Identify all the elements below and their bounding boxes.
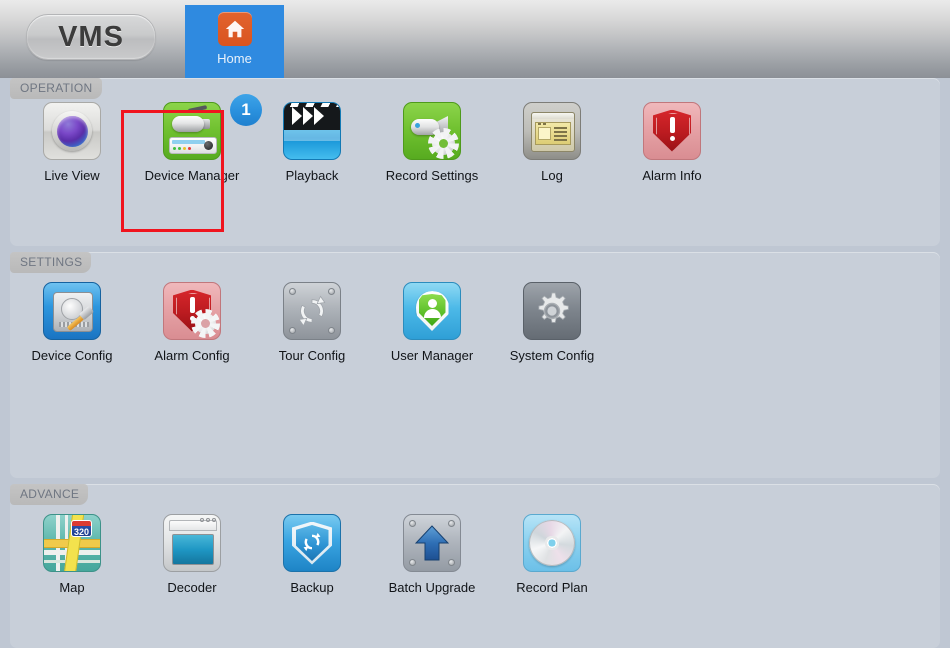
menu-item-alarm-info[interactable]: Alarm Info: [612, 102, 732, 184]
refresh-plate-icon: [283, 282, 341, 340]
up-arrow-plate-icon: [403, 514, 461, 572]
menu-item-backup[interactable]: Backup: [252, 514, 372, 596]
section-label-operation: OPERATION: [10, 78, 102, 99]
menu-item-record-plan[interactable]: Record Plan: [492, 514, 612, 596]
section-advance-grid: 320 Map Decoder: [10, 514, 940, 596]
map-shield-number: 320: [71, 520, 92, 537]
menu-item-label: System Config: [510, 347, 595, 364]
menu-item-label: Alarm Config: [154, 347, 229, 364]
section-settings-grid: Device Config Alarm Config: [10, 282, 940, 364]
menu-item-label: Tour Config: [279, 347, 345, 364]
app-logo-text: VMS: [58, 21, 124, 54]
section-operation-grid: Live View Device Manager: [10, 102, 940, 184]
step-badge-1: 1: [230, 94, 262, 126]
menu-item-label: Device Config: [32, 347, 113, 364]
menu-item-system-config[interactable]: System Config: [492, 282, 612, 364]
menu-item-label: Playback: [286, 167, 339, 184]
app-header: VMS Home: [0, 0, 950, 78]
section-label-settings: SETTINGS: [10, 252, 91, 273]
menu-item-user-manager[interactable]: User Manager: [372, 282, 492, 364]
tab-home[interactable]: Home: [185, 5, 284, 78]
menu-item-log[interactable]: Log: [492, 102, 612, 184]
menu-item-decoder[interactable]: Decoder: [132, 514, 252, 596]
document-stack-icon: [523, 102, 581, 160]
menu-item-live-view[interactable]: Live View: [12, 102, 132, 184]
menu-item-label: Backup: [290, 579, 333, 596]
playback-clapper-icon: [283, 102, 341, 160]
menu-item-label: Batch Upgrade: [389, 579, 476, 596]
gear-icon: [523, 282, 581, 340]
disc-icon: [523, 514, 581, 572]
home-content: OPERATION Live View: [0, 78, 950, 576]
device-camera-icon: [163, 102, 221, 160]
menu-item-label: Record Settings: [386, 167, 479, 184]
menu-item-device-config[interactable]: Device Config: [12, 282, 132, 364]
road-map-icon: 320: [43, 514, 101, 572]
menu-item-label: Record Plan: [516, 579, 588, 596]
disk-hammer-icon: [43, 282, 101, 340]
menu-item-playback[interactable]: Playback: [252, 102, 372, 184]
menu-item-label: Device Manager: [145, 167, 240, 184]
user-pin-icon: [403, 282, 461, 340]
shield-refresh-icon: [283, 514, 341, 572]
app-logo: VMS: [26, 14, 156, 60]
home-icon: [218, 12, 252, 46]
alert-shield-icon: [643, 102, 701, 160]
tab-home-label: Home: [217, 51, 252, 66]
menu-item-alarm-config[interactable]: Alarm Config: [132, 282, 252, 364]
section-operation: OPERATION Live View: [10, 78, 940, 246]
menu-item-label: Alarm Info: [642, 167, 701, 184]
menu-item-tour-config[interactable]: Tour Config: [252, 282, 372, 364]
menu-item-label: Decoder: [167, 579, 216, 596]
section-advance: ADVANCE 320 Map Decoder: [10, 484, 940, 648]
section-label-advance: ADVANCE: [10, 484, 88, 505]
menu-item-label: Live View: [44, 167, 99, 184]
section-settings: SETTINGS Device Config Alarm Config: [10, 252, 940, 478]
alert-shield-gear-icon: [163, 282, 221, 340]
menu-item-label: Log: [541, 167, 563, 184]
dome-camera-icon: [43, 102, 101, 160]
menu-item-label: Map: [59, 579, 84, 596]
menu-item-label: User Manager: [391, 347, 473, 364]
camera-gear-icon: [403, 102, 461, 160]
window-screen-icon: [163, 514, 221, 572]
menu-item-batch-upgrade[interactable]: Batch Upgrade: [372, 514, 492, 596]
menu-item-map[interactable]: 320 Map: [12, 514, 132, 596]
menu-item-record-settings[interactable]: Record Settings: [372, 102, 492, 184]
